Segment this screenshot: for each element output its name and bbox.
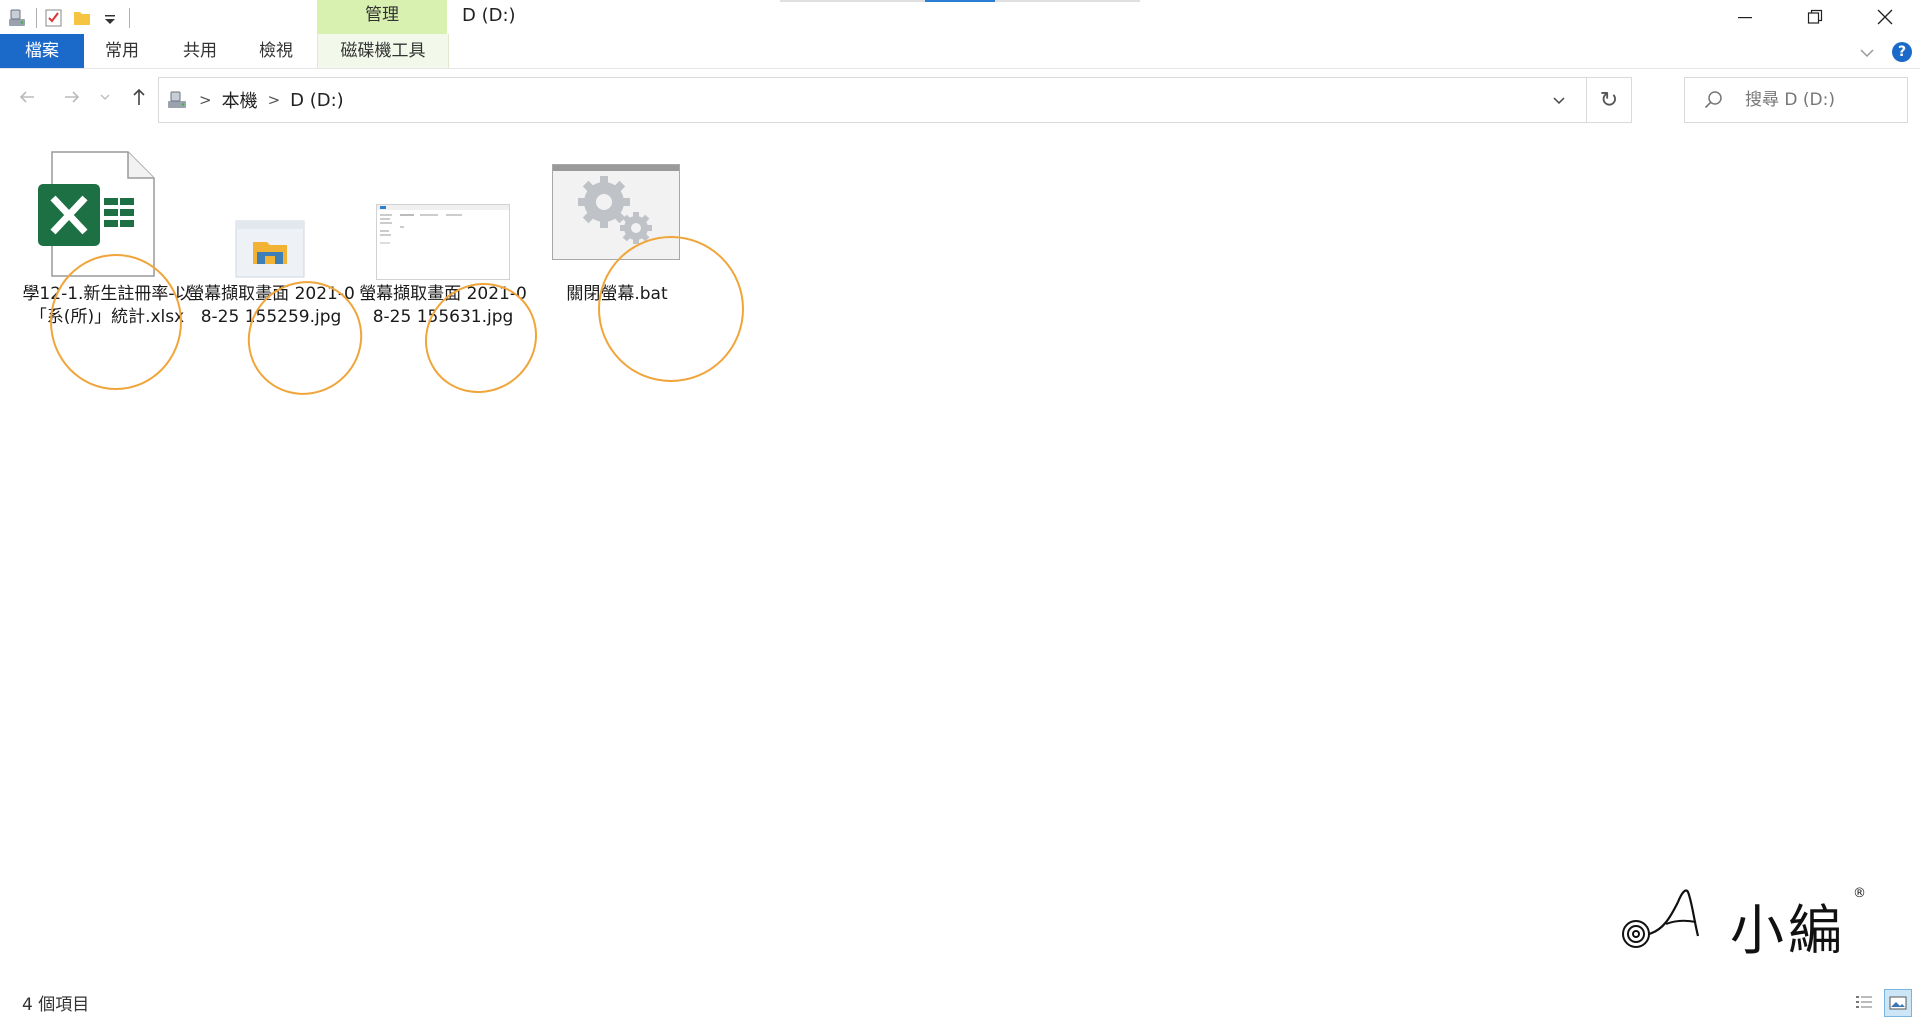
tab-home[interactable]: 常用: [92, 34, 152, 68]
refresh-button[interactable]: ↻: [1586, 78, 1631, 122]
taskbar-strip: [780, 0, 925, 2]
arrow-left-icon: [19, 91, 34, 103]
navigation-bar: > 本機 > D (D:) ↻: [0, 72, 1920, 126]
watermark-logo: 小編 ®: [1618, 880, 1868, 962]
search-input[interactable]: [1743, 86, 1902, 114]
arrow-right-icon: [65, 91, 80, 103]
watermark-text: 小編: [1730, 899, 1846, 962]
address-dropdown-button[interactable]: [1539, 78, 1579, 122]
forward-button[interactable]: [57, 82, 87, 112]
arrow-up-icon: [133, 88, 145, 105]
highlight-circle: [598, 236, 744, 382]
spiral-logo-icon: [1622, 889, 1700, 948]
taskbar-strip: [995, 0, 1140, 2]
taskbar-strip-active: [925, 0, 995, 2]
screenshot-thumbnail-icon: [376, 204, 510, 284]
registered-mark: ®: [1853, 886, 1866, 901]
ribbon-expand-button[interactable]: [1856, 41, 1878, 63]
toolbar-separator: [36, 8, 37, 28]
address-bar[interactable]: > 本機 > D (D:) ↻: [158, 77, 1632, 123]
details-view-icon: [1856, 996, 1872, 1008]
breadcrumb-separator-icon: >: [199, 91, 212, 109]
item-count: 4 個項目: [22, 995, 90, 1015]
highlight-circle: [50, 254, 182, 390]
tab-view[interactable]: 檢視: [246, 34, 306, 68]
close-button[interactable]: [1850, 0, 1920, 34]
image-thumbnail-icon: [235, 220, 305, 282]
manage-context-label: 管理: [317, 0, 447, 34]
chevron-down-icon: [100, 94, 110, 100]
close-icon: [1877, 9, 1893, 25]
large-icons-view-icon: [1889, 996, 1907, 1010]
quick-access-toolbar: [0, 4, 130, 32]
breadcrumb-drive-d[interactable]: D (D:): [290, 90, 344, 111]
ribbon-tabs: 檔案 常用 共用 檢視 磁碟機工具 ?: [0, 34, 1920, 69]
window-title: D (D:): [462, 5, 516, 26]
title-bar: 管理 D (D:): [0, 0, 1920, 34]
chevron-down-icon: [1553, 97, 1565, 105]
tab-share[interactable]: 共用: [170, 34, 230, 68]
restore-button[interactable]: [1780, 0, 1850, 34]
breadcrumb-this-pc[interactable]: 本機: [222, 87, 258, 113]
properties-checkmark-icon[interactable]: [43, 7, 65, 29]
new-folder-icon[interactable]: [71, 7, 93, 29]
breadcrumb-separator-icon[interactable]: >: [268, 91, 281, 109]
search-box[interactable]: [1684, 77, 1908, 123]
large-icons-view-button[interactable]: [1884, 989, 1912, 1017]
restore-icon: [1807, 9, 1823, 24]
tab-drive-tools[interactable]: 磁碟機工具: [317, 34, 449, 68]
toolbar-separator: [129, 8, 130, 28]
status-bar: 4 個項目: [0, 986, 1920, 1020]
tab-file[interactable]: 檔案: [0, 34, 84, 68]
minimize-button[interactable]: [1710, 0, 1780, 34]
search-icon: [1703, 89, 1725, 111]
details-view-button[interactable]: [1850, 989, 1878, 1017]
breadcrumb: > 本機 > D (D:): [165, 78, 344, 122]
up-button[interactable]: [124, 82, 154, 112]
back-button[interactable]: [12, 82, 42, 112]
help-button[interactable]: ?: [1892, 42, 1912, 62]
chevron-down-icon: [1860, 49, 1874, 58]
drive-icon[interactable]: [6, 7, 28, 29]
customize-dropdown-icon[interactable]: [99, 7, 121, 29]
drive-location-icon: [165, 88, 189, 112]
minimize-icon: [1738, 17, 1752, 19]
recent-locations-button[interactable]: [95, 82, 115, 112]
